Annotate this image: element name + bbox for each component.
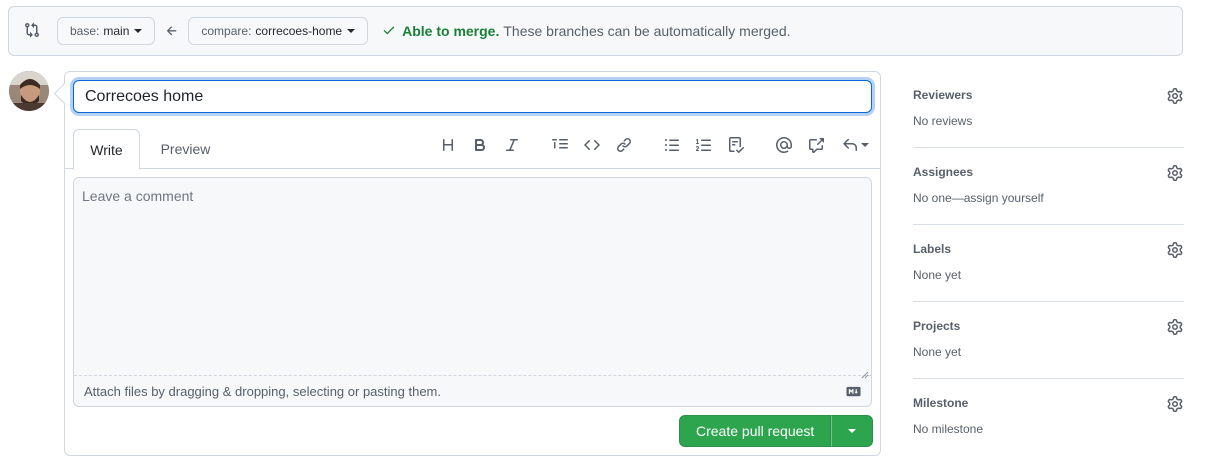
sidebar-projects: Projects None yet — [913, 302, 1184, 379]
chevron-down-icon — [347, 29, 356, 33]
sidebar-value: None yet — [913, 345, 962, 359]
gear-icon[interactable] — [1167, 165, 1183, 181]
link-icon[interactable] — [613, 134, 635, 156]
bold-icon[interactable] — [469, 134, 491, 156]
sidebar-title: Projects — [913, 319, 961, 333]
title-input[interactable] — [73, 80, 872, 113]
sidebar-milestone: Milestone No milestone — [913, 379, 1184, 456]
base-label: base: — [70, 24, 100, 38]
sidebar-assignees: Assignees No one—assign yourself — [913, 148, 1184, 225]
merge-status: Able to merge. These branches can be aut… — [382, 23, 791, 40]
bulleted-list-icon[interactable] — [661, 134, 683, 156]
gear-icon[interactable] — [1167, 242, 1183, 258]
merge-description: These branches can be automatically merg… — [503, 23, 791, 39]
pull-request-form: Write Preview A — [64, 71, 881, 456]
italic-icon[interactable] — [501, 134, 523, 156]
sidebar-title: Labels — [913, 242, 952, 256]
avatar[interactable] — [9, 71, 49, 111]
sidebar-title: Milestone — [913, 396, 969, 410]
comment-editor: Attach files by dragging & dropping, sel… — [73, 177, 872, 407]
heading-icon[interactable] — [437, 134, 459, 156]
chevron-down-icon — [860, 143, 869, 147]
cross-reference-icon[interactable] — [805, 134, 827, 156]
compare-branch-select[interactable]: compare: correcoes-home — [188, 17, 369, 45]
mention-icon[interactable] — [773, 134, 795, 156]
tab-preview[interactable]: Preview — [152, 129, 219, 169]
create-options-dropdown[interactable] — [831, 415, 874, 447]
chevron-down-icon — [848, 429, 857, 433]
check-icon — [382, 23, 396, 40]
sidebar-reviewers: Reviewers No reviews — [913, 71, 1184, 148]
sidebar-labels: Labels None yet — [913, 225, 1184, 302]
sidebar-title: Reviewers — [913, 88, 973, 102]
code-icon[interactable] — [581, 134, 603, 156]
base-branch-select[interactable]: base: main — [57, 17, 156, 45]
task-list-icon[interactable] — [725, 134, 747, 156]
sidebar: Reviewers No reviews Assignees No one—as… — [913, 71, 1184, 456]
create-pull-request-button[interactable]: Create pull request — [679, 415, 832, 447]
tab-write[interactable]: Write — [73, 129, 140, 170]
sidebar-title: Assignees — [913, 165, 974, 179]
comment-textarea[interactable] — [74, 178, 871, 376]
sidebar-value: No milestone — [913, 422, 984, 436]
compare-label: compare: — [201, 24, 252, 38]
arrow-left-icon — [165, 24, 179, 38]
merge-ok-text: Able to merge. — [402, 23, 500, 39]
base-branch-name: main — [103, 24, 130, 38]
sidebar-value: No reviews — [913, 114, 973, 128]
gear-icon[interactable] — [1167, 88, 1183, 104]
create-pull-request-group: Create pull request — [679, 415, 874, 447]
numbered-list-icon[interactable] — [693, 134, 715, 156]
gear-icon[interactable] — [1167, 396, 1183, 412]
markdown-icon[interactable] — [846, 385, 861, 397]
gear-icon[interactable] — [1167, 319, 1183, 335]
file-attachment-bar[interactable]: Attach files by dragging & dropping, sel… — [74, 377, 871, 406]
compare-branch-name: correcoes-home — [255, 24, 343, 38]
saved-replies-icon[interactable] — [837, 134, 873, 156]
compare-bar: base: main compare: correcoes-home Able … — [8, 6, 1183, 56]
attach-files-text: Attach files by dragging & dropping, sel… — [84, 384, 441, 399]
resize-handle-icon[interactable] — [861, 366, 869, 379]
chevron-down-icon — [134, 29, 143, 33]
quote-icon[interactable] — [549, 134, 571, 156]
git-compare-icon — [24, 22, 42, 40]
sidebar-value: None yet — [913, 268, 962, 282]
sidebar-value[interactable]: No one—assign yourself — [913, 191, 1044, 205]
